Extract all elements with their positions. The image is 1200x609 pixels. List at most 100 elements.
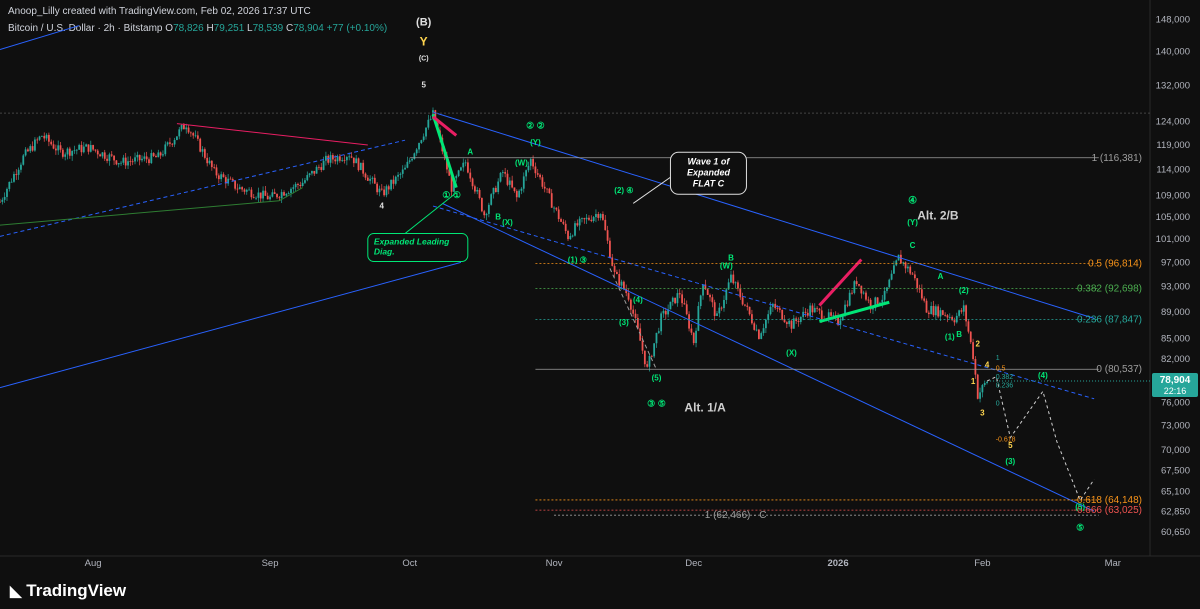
candle-body (336, 156, 339, 162)
candle-body (36, 139, 39, 141)
candle-body (609, 240, 611, 258)
candle-body (171, 143, 174, 145)
candle-body (103, 152, 106, 159)
candle-body (17, 169, 20, 175)
y-tick-label: 132,000 (1156, 80, 1190, 91)
candle-body (578, 218, 581, 226)
candle-body (718, 307, 721, 314)
candle-body (809, 305, 812, 316)
candle-body (522, 176, 525, 189)
candle-body (911, 273, 914, 275)
candle-body (702, 284, 704, 296)
candle-body (548, 188, 551, 194)
candle-body (136, 154, 139, 158)
candle-body (676, 293, 679, 304)
candle-body (248, 189, 250, 191)
fib-level-label: 0.236 (87,847) (1077, 314, 1142, 325)
candle-body (504, 172, 507, 174)
candle-body (420, 140, 423, 144)
candle-body (52, 144, 55, 149)
candle-body (455, 176, 458, 179)
candle-body (753, 323, 756, 330)
mini-fib-label: -0.618 (996, 436, 1016, 443)
candle-body (222, 174, 225, 178)
candle-body (604, 219, 607, 231)
callout-text-diag: Expanded Leading (374, 237, 450, 247)
candle-body (45, 134, 48, 139)
candle-body (290, 188, 292, 194)
fib-level-label: 1 (62,466) · C (705, 510, 767, 521)
candle-body (366, 177, 369, 181)
candle-body (781, 309, 784, 320)
candle-body (927, 312, 930, 315)
wave-label-A: A (467, 148, 473, 157)
fib-level-label: 0.382 (92,698) (1077, 283, 1142, 294)
candle-body (292, 187, 295, 189)
candle-body (401, 169, 404, 174)
candle-body (71, 150, 74, 156)
wave-label-B: (B) (416, 17, 432, 29)
candle-body (392, 179, 395, 184)
candle-body (760, 333, 763, 339)
candle-body (80, 144, 83, 153)
y-tick-label: 114,000 (1156, 165, 1190, 176)
wave-label-1-3: (1) ③ (568, 255, 587, 264)
candle-body (536, 173, 539, 175)
candle-body (325, 155, 327, 161)
candle-body (422, 136, 425, 141)
candle-body (529, 158, 532, 166)
x-tick-label: Oct (402, 558, 417, 569)
candle-body (546, 188, 548, 190)
y-tick-label: 73,000 (1161, 421, 1190, 432)
candle-body (480, 197, 483, 212)
y-tick-label: 67,500 (1161, 466, 1190, 477)
candle-body (497, 181, 500, 193)
candle-body (597, 214, 600, 218)
wave-label-Y2: (Y) (907, 218, 918, 227)
candle-body (301, 182, 304, 187)
y-tick-label: 60,650 (1161, 527, 1190, 538)
mini-fib-label: 0.236 (996, 383, 1014, 390)
candle-body (196, 135, 199, 139)
candle-body (411, 158, 413, 161)
y-tick-label: 148,000 (1156, 15, 1190, 26)
price-chart[interactable]: 148,000 140,000 132,000 124,000 119,000 114,0… (0, 0, 1200, 609)
candle-body (22, 155, 25, 165)
candle-body (592, 217, 595, 222)
candle-body (369, 178, 372, 181)
candle-body (511, 180, 514, 188)
candle-body (31, 146, 34, 151)
candle-body (916, 278, 919, 289)
candle-body (830, 312, 832, 316)
candle-body (900, 254, 902, 264)
candle-body (934, 306, 937, 316)
green-marker-2 (819, 300, 890, 324)
channel-line-lower-left (0, 261, 462, 389)
candle-body (564, 223, 567, 231)
tradingview-logo[interactable]: ◣ TradingView (10, 581, 126, 601)
candle-body (343, 160, 346, 161)
candle-body (75, 149, 78, 151)
candle-body (811, 305, 814, 313)
candle-body (322, 160, 325, 170)
candle-body (311, 170, 313, 174)
candle-body (110, 154, 113, 156)
tradingview-logo-icon: ◣ (10, 583, 22, 600)
candle-body (357, 158, 360, 171)
candle-body (285, 193, 288, 196)
candle-body (318, 166, 320, 168)
candle-body (606, 230, 609, 241)
candle-body (958, 310, 961, 316)
candle-body (462, 162, 465, 168)
wave-label-4-yellow: 4 (985, 360, 990, 369)
candle-body (478, 189, 481, 198)
candle-body (513, 187, 516, 192)
candle-body (576, 223, 579, 226)
candle-body (418, 143, 420, 150)
channel-line-upper-left (0, 25, 80, 51)
y-tick-label: 101,000 (1156, 234, 1190, 245)
candle-body (613, 265, 616, 272)
candle-body (262, 190, 264, 199)
candle-body (932, 305, 935, 316)
candle-body (329, 155, 332, 163)
